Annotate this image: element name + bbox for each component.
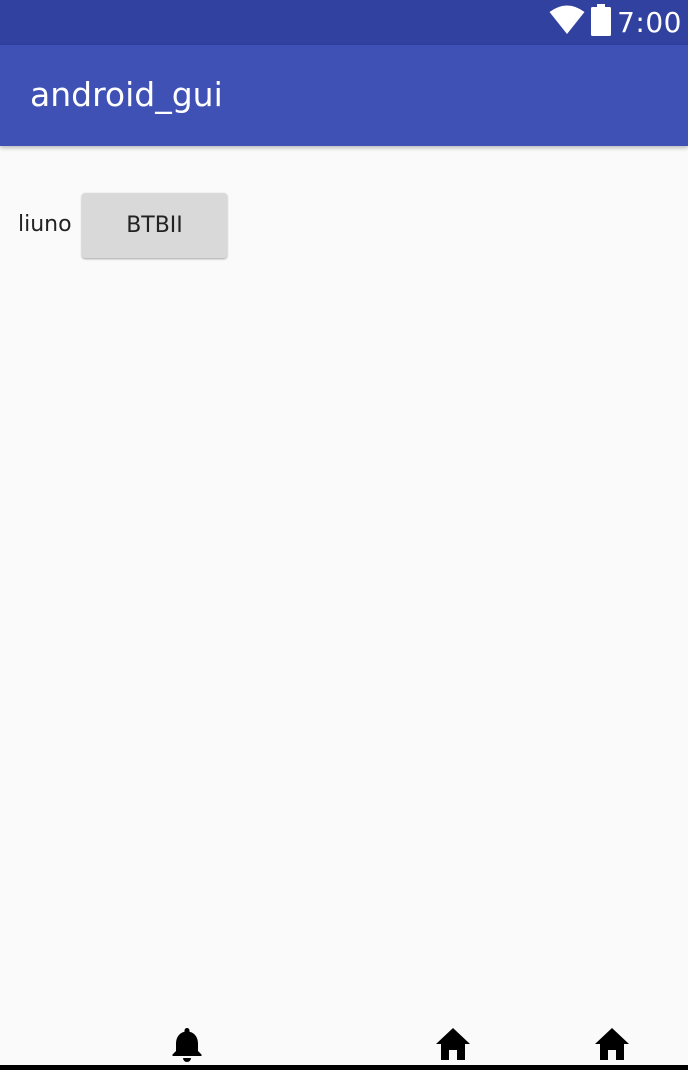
btbii-button[interactable]: BTBII bbox=[82, 193, 227, 258]
bottom-divider bbox=[0, 1065, 688, 1070]
app-title: android_gui bbox=[30, 75, 223, 114]
status-bar: 7:00 bbox=[0, 0, 688, 45]
app-bar: android_gui bbox=[0, 45, 688, 146]
text-label: liuno bbox=[18, 212, 72, 237]
main-content: liuno BTBII bbox=[0, 146, 688, 1036]
home-icon[interactable] bbox=[592, 1024, 632, 1064]
wifi-icon bbox=[549, 5, 585, 40]
bell-icon[interactable] bbox=[167, 1024, 207, 1064]
status-icons: 7:00 bbox=[549, 0, 682, 45]
status-time: 7:00 bbox=[617, 6, 682, 39]
battery-icon bbox=[591, 4, 612, 41]
home-icon[interactable] bbox=[433, 1024, 473, 1064]
